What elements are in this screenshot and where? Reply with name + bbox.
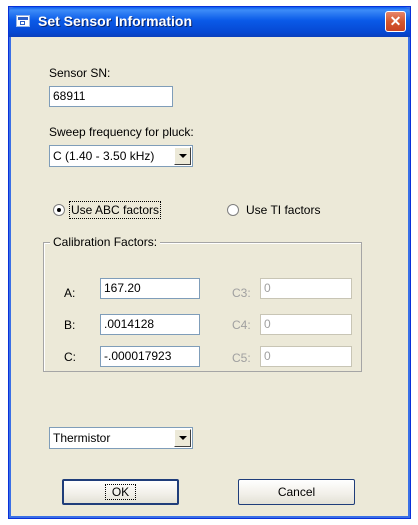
- chevron-down-icon[interactable]: [174, 147, 191, 165]
- factor-c4-label: C4:: [232, 318, 251, 332]
- factor-c-input[interactable]: -.000017923: [100, 346, 200, 367]
- factor-b-input[interactable]: .0014128: [100, 314, 200, 335]
- cancel-button-label: Cancel: [277, 485, 316, 499]
- sensor-sn-label: Sensor SN:: [49, 66, 111, 80]
- factor-a-input[interactable]: 167.20: [100, 278, 200, 299]
- factor-c4-input[interactable]: 0: [260, 314, 352, 335]
- sweep-frequency-select[interactable]: C (1.40 - 3.50 kHz): [49, 145, 193, 167]
- calibration-title: Calibration Factors:: [50, 235, 161, 249]
- factor-a-label: A:: [64, 286, 76, 300]
- factor-c-label: C:: [64, 350, 76, 364]
- title-bar[interactable]: Set Sensor Information ✕: [9, 7, 410, 37]
- cancel-button[interactable]: Cancel: [238, 479, 355, 505]
- factor-b-label: B:: [64, 318, 76, 332]
- use-abc-radio[interactable]: [53, 204, 65, 216]
- window-title: Set Sensor Information: [38, 13, 193, 29]
- sensor-sn-input[interactable]: 68911: [49, 86, 173, 107]
- close-button[interactable]: ✕: [385, 11, 406, 32]
- sweep-frequency-value: C (1.40 - 3.50 kHz): [53, 149, 155, 163]
- temperature-sensor-value: Thermistor: [53, 431, 111, 445]
- use-ti-radio[interactable]: [227, 204, 239, 216]
- factor-c5-input[interactable]: 0: [260, 346, 352, 367]
- ok-button-label: OK: [104, 484, 137, 500]
- factor-c3-input[interactable]: 0: [260, 278, 352, 299]
- factor-c5-label: C5:: [232, 351, 251, 365]
- chevron-down-icon[interactable]: [174, 429, 191, 447]
- sweep-frequency-label: Sweep frequency for pluck:: [49, 125, 194, 139]
- temperature-sensor-select[interactable]: Thermistor: [49, 427, 193, 449]
- ok-button[interactable]: OK: [62, 479, 179, 505]
- use-abc-label[interactable]: Use ABC factors: [68, 201, 162, 219]
- factor-c3-label: C3:: [232, 286, 251, 300]
- use-ti-label[interactable]: Use TI factors: [246, 203, 320, 217]
- close-icon: ✕: [389, 13, 402, 29]
- window-app-icon: [16, 15, 30, 27]
